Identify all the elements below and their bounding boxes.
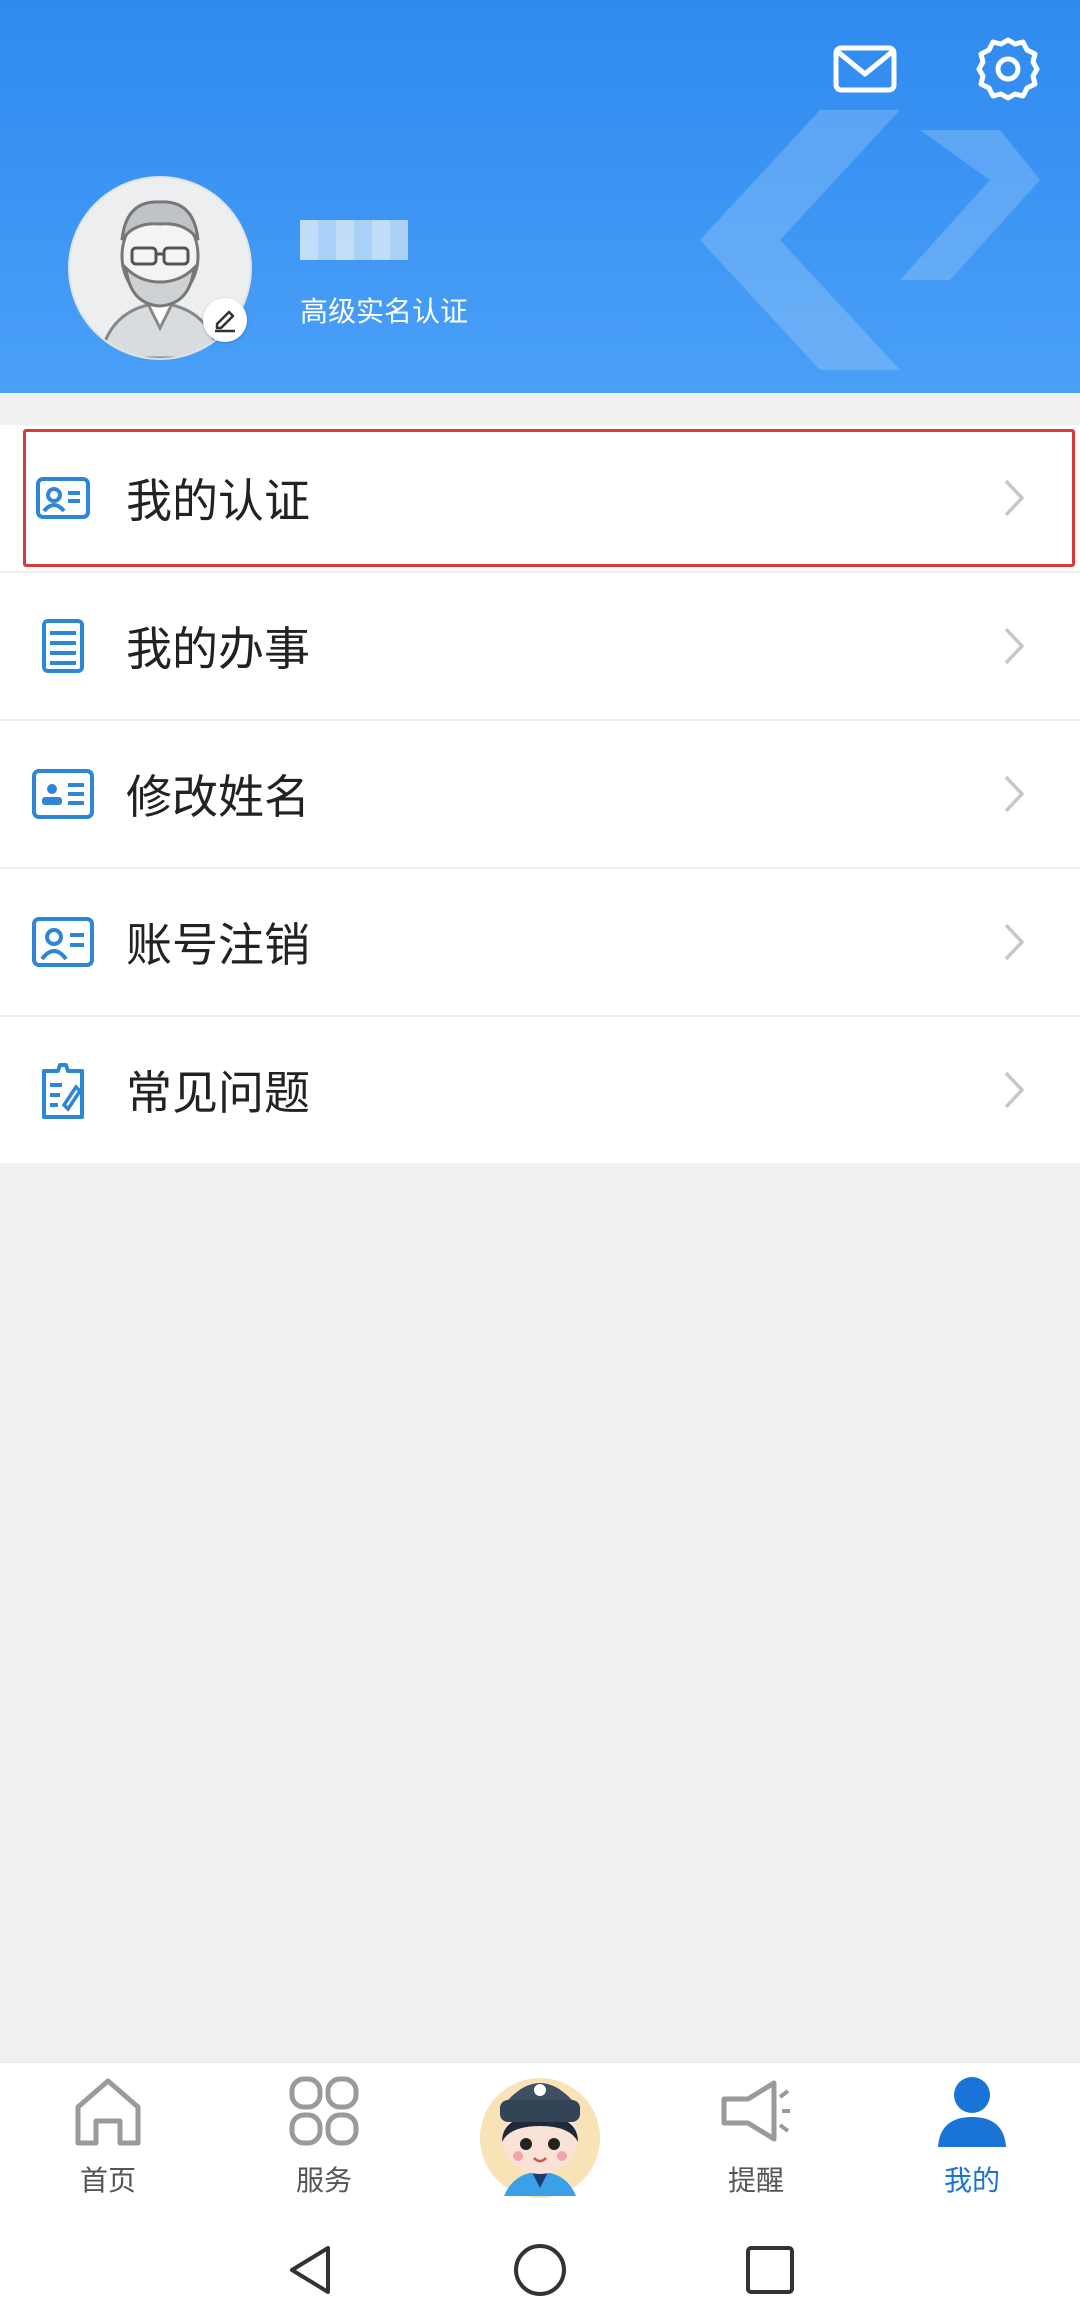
mail-icon[interactable] bbox=[830, 34, 900, 104]
name-card-icon bbox=[32, 769, 94, 819]
megaphone-icon bbox=[721, 2080, 790, 2142]
tab-label: 首页 bbox=[79, 2164, 136, 2197]
chevron-right-icon bbox=[1004, 479, 1025, 517]
user-icon bbox=[938, 2077, 1006, 2147]
faq-document-icon bbox=[42, 1063, 84, 1119]
home-circle-icon[interactable] bbox=[512, 2242, 568, 2298]
edit-avatar-icon[interactable] bbox=[203, 298, 247, 342]
tab-label: 我的 bbox=[943, 2164, 1000, 2197]
gear-icon[interactable] bbox=[973, 34, 1043, 104]
system-navigation-bar bbox=[0, 2212, 1080, 2322]
profile-header: 高级实名认证 bbox=[0, 0, 1080, 393]
id-card-icon bbox=[36, 477, 90, 519]
chevron-right-icon bbox=[1004, 923, 1025, 961]
recents-icon[interactable] bbox=[742, 2242, 798, 2298]
list-document-icon bbox=[42, 619, 84, 673]
menu-item-label: 我的认证 bbox=[126, 474, 310, 528]
chevron-right-icon bbox=[1004, 775, 1025, 813]
auth-level-label: 高级实名认证 bbox=[300, 295, 469, 328]
tab-mine[interactable]: 我的 bbox=[864, 2063, 1080, 2213]
menu-item-my-affairs[interactable]: 我的办事 bbox=[0, 573, 1080, 721]
chevron-right-icon bbox=[1004, 1071, 1025, 1109]
mascot-officer-icon[interactable] bbox=[474, 2060, 606, 2200]
account-card-icon bbox=[32, 917, 94, 967]
back-icon[interactable] bbox=[282, 2242, 338, 2298]
services-grid-icon bbox=[289, 2076, 359, 2146]
chevron-right-icon bbox=[1004, 627, 1025, 665]
tab-services[interactable]: 服务 bbox=[216, 2063, 432, 2213]
menu-item-change-name[interactable]: 修改姓名 bbox=[0, 721, 1080, 869]
menu-item-cancel-account[interactable]: 账号注销 bbox=[0, 869, 1080, 1017]
menu-item-label: 我的办事 bbox=[126, 622, 310, 676]
profile-menu: 我的认证 我的办事 修改姓名 账号注销 常见问题 bbox=[0, 425, 1080, 1163]
menu-item-label: 账号注销 bbox=[126, 918, 310, 972]
menu-item-my-certification[interactable]: 我的认证 bbox=[0, 425, 1080, 573]
username-blurred bbox=[300, 220, 408, 260]
tab-label: 提醒 bbox=[727, 2164, 784, 2197]
tab-home[interactable]: 首页 bbox=[0, 2063, 216, 2213]
logo-watermark-icon bbox=[700, 110, 1040, 370]
home-icon bbox=[75, 2078, 141, 2146]
menu-item-faq[interactable]: 常见问题 bbox=[0, 1017, 1080, 1163]
tab-reminders[interactable]: 提醒 bbox=[648, 2063, 864, 2213]
tab-label: 服务 bbox=[295, 2164, 352, 2197]
menu-item-label: 常见问题 bbox=[126, 1066, 310, 1120]
menu-item-label: 修改姓名 bbox=[126, 770, 310, 824]
